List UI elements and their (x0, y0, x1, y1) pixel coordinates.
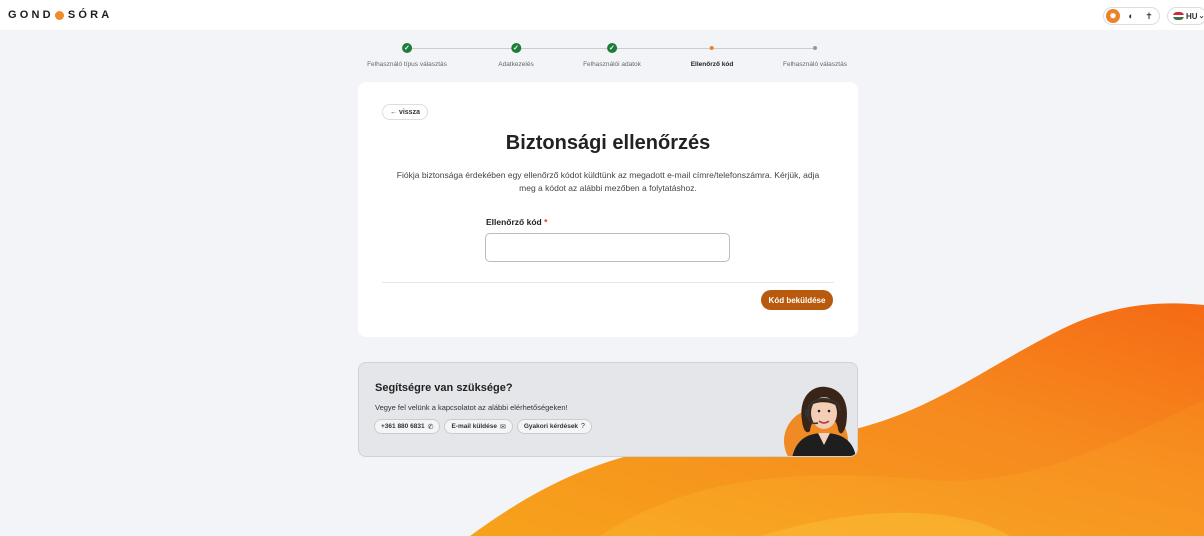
submit-code-button[interactable]: Kód beküldése (761, 290, 833, 310)
verification-card: ← vissza Biztonsági ellenőrzés Fiókja bi… (358, 82, 858, 337)
verification-code-input[interactable] (485, 233, 730, 262)
cross-icon[interactable]: ✝ (1142, 9, 1156, 23)
hungarian-flag-icon (1173, 12, 1184, 20)
help-box: Segítségre van szüksége? Vegye fel velün… (358, 362, 858, 457)
step-label: Adatkezelés (498, 61, 534, 68)
required-mark: * (544, 217, 548, 227)
faq-label: Gyakori kérdések (523, 423, 579, 430)
language-selector[interactable]: HU ⌄ (1167, 7, 1204, 25)
theme-switch: ✹ ◐ ✝ (1103, 7, 1160, 25)
progress-stepper: ✓ Felhasználó típus választás ✓ Adatkeze… (362, 40, 862, 72)
step-label: Felhasználó típus választás (367, 61, 447, 68)
sun-icon[interactable]: ✹ (1106, 9, 1120, 23)
faq-button[interactable]: Gyakori kérdések ? (516, 419, 592, 434)
check-icon: ✓ (606, 43, 617, 53)
step-verification-code: Ellenőrző kód (691, 43, 734, 68)
language-code: HU (1186, 11, 1198, 21)
email-label: E-mail küldése (451, 423, 497, 430)
contact-options: +361 880 6831 ✆ E-mail küldése ✉ Gyakori… (374, 419, 592, 434)
phone-icon: ✆ (427, 423, 434, 431)
step-user-type: ✓ Felhasználó típus választás (367, 43, 447, 68)
logo-text-left: GOND (8, 9, 54, 21)
back-button[interactable]: ← vissza (382, 104, 428, 120)
page-description: Fiókja biztonsága érdekében egy ellenőrz… (396, 170, 820, 193)
email-button[interactable]: E-mail küldése ✉ (444, 419, 513, 434)
top-bar: GOND SÓRA ✹ ◐ ✝ HU ⌄ (0, 0, 1204, 30)
pending-step-dot (810, 43, 820, 53)
logo-dot (54, 10, 64, 20)
check-icon: ✓ (401, 43, 412, 53)
logo-text-right: SÓRA (67, 9, 113, 21)
step-label: Ellenőrző kód (690, 61, 734, 68)
mail-icon: ✉ (499, 423, 506, 431)
code-field-label: Ellenőrző kód * (486, 217, 547, 227)
chevron-down-icon: ⌄ (1198, 13, 1204, 20)
help-subtitle: Vegye fel velünk a kapcsolatot az alábbi… (375, 403, 568, 412)
phone-button[interactable]: +361 880 6831 ✆ (374, 419, 441, 434)
step-user-data: ✓ Felhasználói adatok (583, 43, 641, 68)
phone-label: +361 880 6831 (381, 423, 425, 430)
step-label: Felhasználói adatok (583, 61, 641, 68)
moon-icon[interactable]: ◐ (1124, 9, 1138, 23)
check-icon: ✓ (510, 43, 521, 53)
logo[interactable]: GOND SÓRA (8, 9, 112, 21)
step-data-handling: ✓ Adatkezelés (498, 43, 534, 68)
help-title: Segítségre van szüksége? (375, 382, 513, 394)
step-label: Felhasználó választás (783, 61, 847, 68)
page-title: Biztonsági ellenőrzés (505, 132, 711, 154)
step-user-selection: Felhasználó választás (783, 43, 847, 68)
divider (382, 282, 834, 283)
current-step-dot (707, 43, 717, 53)
question-icon: ? (581, 423, 585, 430)
support-agent-image (784, 386, 856, 456)
code-field-label-text: Ellenőrző kód (486, 217, 542, 227)
